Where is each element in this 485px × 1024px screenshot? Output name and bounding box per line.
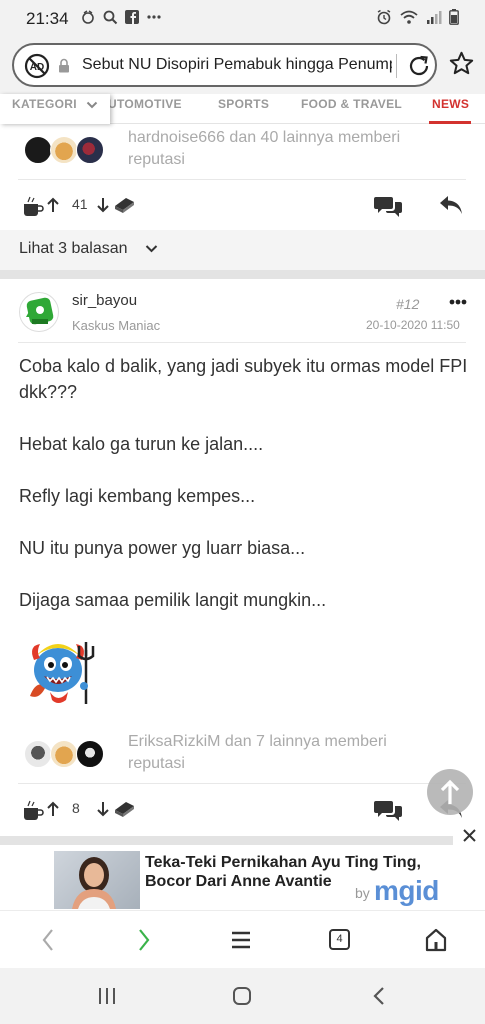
cendol-cup-icon[interactable] xyxy=(22,800,44,822)
wifi-icon xyxy=(400,10,418,24)
ad-by-label: by xyxy=(355,885,370,901)
post-actions: 41 xyxy=(0,192,485,222)
ad-photo xyxy=(72,857,116,909)
avatar xyxy=(50,136,78,164)
post-paragraph: Refly lagi kembang kempes... xyxy=(19,486,256,506)
lock-icon xyxy=(59,58,69,73)
kategori-label: KATEGORI xyxy=(12,97,77,111)
ad-close-button[interactable] xyxy=(453,818,485,854)
more-options-icon[interactable] xyxy=(449,298,467,306)
cendol-cup-icon[interactable] xyxy=(22,196,44,218)
post-number[interactable]: #12 xyxy=(396,296,419,312)
notification-icons xyxy=(80,9,162,25)
more-notifications-icon xyxy=(147,15,161,19)
thread-content: hardnoise666 dan 40 lainnya memberi repu… xyxy=(0,124,485,910)
recent-apps-icon[interactable] xyxy=(97,987,117,1005)
post-paragraph: Hebat kalo ga turun ke jalan.... xyxy=(19,434,264,454)
back-arrow-icon[interactable] xyxy=(40,927,56,953)
reply-icon[interactable] xyxy=(438,194,464,216)
bata-brick-icon[interactable] xyxy=(112,798,136,818)
home-button-icon[interactable] xyxy=(232,986,252,1006)
arrow-up-icon xyxy=(440,779,460,804)
vote-count: 8 xyxy=(72,800,80,816)
signal-icon xyxy=(427,11,442,24)
divider xyxy=(18,342,466,343)
tabs-button[interactable]: 4 xyxy=(329,929,350,950)
tab-sports[interactable]: SPORTS xyxy=(218,97,269,111)
forward-arrow-icon[interactable] xyxy=(136,927,152,953)
status-bar: 21:34 xyxy=(0,0,485,36)
reputation-text[interactable]: hardnoise666 dan 40 lainnya memberi repu… xyxy=(128,127,428,171)
browser-bottom-nav: 4 xyxy=(0,910,485,968)
avatar xyxy=(76,136,104,164)
kategori-dropdown[interactable]: KATEGORI xyxy=(0,94,110,124)
downvote-icon[interactable] xyxy=(96,197,110,213)
post-separator xyxy=(0,270,485,279)
ad-brand-logo[interactable]: mgid xyxy=(374,875,439,907)
menu-icon[interactable] xyxy=(230,927,252,953)
close-icon xyxy=(463,829,476,842)
reputation-avatars[interactable] xyxy=(24,136,104,164)
kaskus-avatar-icon xyxy=(26,297,54,325)
scroll-to-top-button[interactable] xyxy=(427,769,473,815)
chevron-down-icon xyxy=(145,245,158,253)
adblock-icon[interactable]: AD xyxy=(24,53,50,79)
post-paragraph: NU itu punya power yg luarr biasa... xyxy=(19,538,306,558)
post-separator xyxy=(0,836,485,845)
upvote-icon[interactable] xyxy=(46,197,60,213)
ad-thumbnail[interactable] xyxy=(54,851,140,909)
avatar xyxy=(24,136,52,164)
upvote-icon[interactable] xyxy=(46,801,60,817)
reload-icon[interactable] xyxy=(406,53,432,79)
system-status-icons xyxy=(376,9,459,25)
post-username[interactable]: sir_bayou xyxy=(72,292,137,309)
post-author-avatar[interactable] xyxy=(19,292,59,332)
divider xyxy=(18,179,466,180)
home-icon[interactable] xyxy=(424,927,448,953)
search-notification-icon xyxy=(103,10,118,25)
user-rank: Kaskus Maniac xyxy=(72,318,161,333)
tab-news[interactable]: NEWS xyxy=(432,97,469,111)
avatar xyxy=(50,740,78,768)
bata-brick-icon[interactable] xyxy=(112,194,136,214)
view-replies-label: Lihat 3 balasan xyxy=(19,240,128,257)
browser-toolbar: AD Sebut NU Disopiri Pemabuk hingga Penu… xyxy=(0,36,485,94)
system-back-icon[interactable] xyxy=(372,986,386,1006)
post-actions: 8 xyxy=(0,796,485,826)
chevron-down-icon xyxy=(86,101,98,109)
quote-icon[interactable] xyxy=(374,798,402,822)
reputation-text[interactable]: EriksaRizkiM dan 7 lainnya memberi reput… xyxy=(128,731,428,775)
tab-automotive[interactable]: UTOMOTIVE xyxy=(108,97,182,111)
address-bar[interactable]: AD Sebut NU Disopiri Pemabuk hingga Penu… xyxy=(12,43,437,87)
post-body: Coba kalo d balik, yang jadi subyek itu … xyxy=(19,353,469,639)
avatar xyxy=(24,740,52,768)
tab-food-travel[interactable]: FOOD & TRAVEL xyxy=(301,97,402,111)
post-paragraph: Dijaga samaa pemilik langit mungkin... xyxy=(19,590,327,610)
divider xyxy=(18,783,466,784)
system-navigation-bar xyxy=(0,968,485,1024)
bookmark-star-icon[interactable] xyxy=(448,50,475,77)
devil-emoticon-icon xyxy=(30,642,95,704)
quote-icon[interactable] xyxy=(374,194,402,218)
vote-count: 41 xyxy=(72,196,88,212)
alarm-icon xyxy=(377,9,391,25)
view-replies-toggle[interactable]: Lihat 3 balasan xyxy=(0,230,485,270)
post-paragraph: Coba kalo d balik, yang jadi subyek itu … xyxy=(19,356,468,402)
ad-banner[interactable]: Teka-Teki Pernikahan Ayu Ting Ting, Boco… xyxy=(0,851,485,909)
url-text[interactable]: Sebut NU Disopiri Pemabuk hingga Penump xyxy=(82,56,392,74)
reputation-avatars[interactable] xyxy=(24,740,104,768)
status-time: 21:34 xyxy=(26,9,69,28)
post-date: 20-10-2020 11:50 xyxy=(366,318,460,332)
avatar xyxy=(76,740,104,768)
battery-icon xyxy=(449,9,459,25)
app-notification-icon xyxy=(82,10,94,24)
downvote-icon[interactable] xyxy=(96,801,110,817)
facebook-notification-icon xyxy=(125,10,139,24)
url-divider xyxy=(396,54,397,78)
